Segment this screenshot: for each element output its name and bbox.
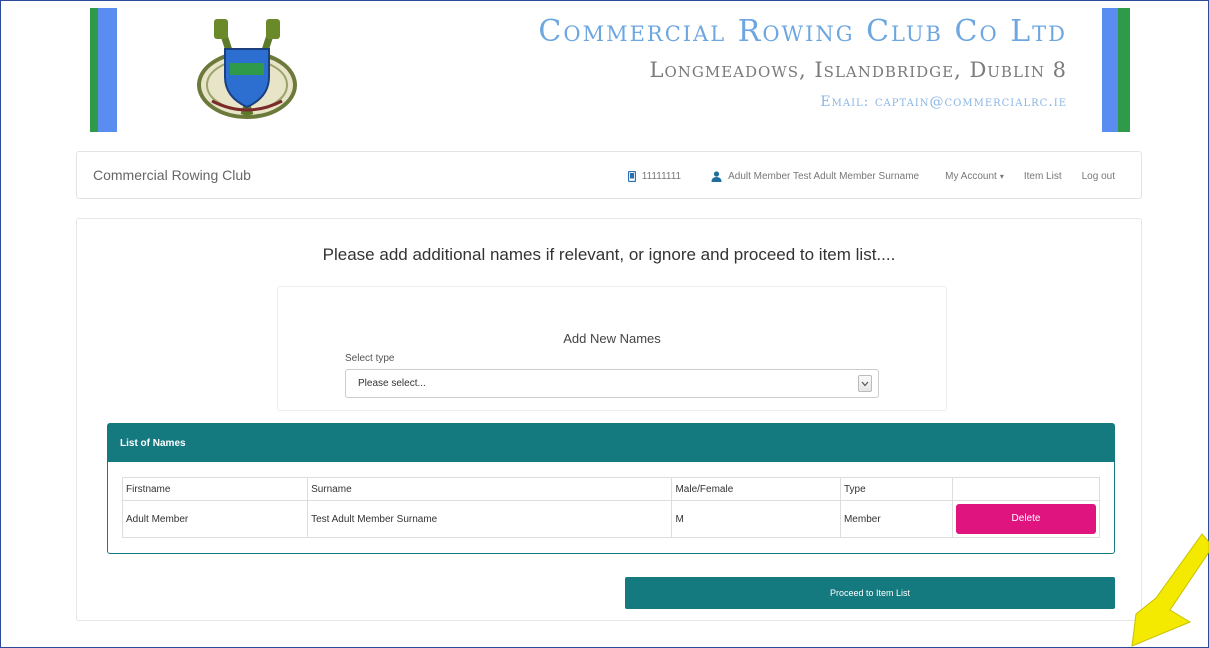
column-header-action: [952, 477, 1100, 501]
cell-action: Delete: [952, 500, 1100, 538]
nav-my-account[interactable]: My Account ▾: [945, 171, 1004, 182]
proceed-to-item-list-button[interactable]: Proceed to Item List: [625, 577, 1115, 609]
phone-number: 11111111: [641, 170, 682, 182]
column-header-type: Type: [839, 477, 954, 501]
table-header-row: Firstname Surname Male/Female Type: [121, 477, 1100, 501]
table-row: Adult Member Test Adult Member Surname M…: [121, 500, 1100, 538]
select-type-value: Please select...: [358, 378, 426, 389]
user-name: Adult Member Test Adult Member Surname: [728, 170, 920, 182]
club-email: Email: captain@commercialrc.ie: [820, 94, 1067, 110]
navbar-right: 11111111 Adult Member Test Adult Member …: [608, 152, 1115, 200]
right-blue-stripe: [1102, 8, 1118, 132]
logout-label: Log out: [1081, 170, 1115, 182]
cell-firstname: Adult Member: [121, 500, 309, 538]
select-type-label: Select type: [345, 353, 395, 364]
main-panel: Please add additional names if relevant,…: [76, 218, 1142, 621]
column-header-gender: Male/Female: [671, 477, 841, 501]
club-crest-logo: [192, 15, 302, 123]
item-list-label: Item List: [1023, 170, 1062, 182]
chevron-down-icon: ▾: [999, 171, 1004, 181]
add-names-title: Add New Names: [563, 331, 661, 346]
yellow-arrow-icon: [1131, 533, 1209, 647]
my-account-label: My Account: [945, 170, 997, 182]
add-names-box: Add New Names Select type Please select.…: [277, 286, 947, 411]
cell-surname: Test Adult Member Surname: [307, 500, 673, 538]
nav-logout[interactable]: Log out: [1082, 171, 1115, 182]
list-of-names-panel: List of Names Firstname Surname Male/Fem…: [107, 423, 1115, 554]
right-green-stripe: [1118, 8, 1130, 132]
club-address: Longmeadows, Islandbridge, Dublin 8: [649, 58, 1067, 82]
select-type-dropdown[interactable]: Please select...: [345, 369, 879, 398]
user-icon: [711, 170, 722, 182]
nav-user[interactable]: Adult Member Test Adult Member Surname: [711, 171, 919, 182]
column-header-firstname: Firstname: [121, 477, 309, 501]
left-blue-stripe: [98, 8, 117, 132]
left-green-stripe: [90, 8, 98, 132]
cell-gender: M: [671, 500, 841, 538]
top-navbar: Commercial Rowing Club 11111111 Adult Me…: [76, 151, 1142, 199]
navbar-brand[interactable]: Commercial Rowing Club: [93, 167, 251, 183]
nav-phone[interactable]: 11111111: [627, 170, 682, 182]
list-of-names-header: List of Names: [108, 424, 1114, 462]
delete-button[interactable]: Delete: [956, 504, 1096, 534]
cell-type: Member: [839, 500, 954, 538]
mobile-phone-icon: [627, 170, 636, 182]
nav-item-list[interactable]: Item List: [1024, 171, 1062, 182]
intro-text: Please add additional names if relevant,…: [322, 245, 896, 264]
chevron-down-icon[interactable]: [858, 375, 872, 392]
club-title: Commercial Rowing Club Co Ltd: [538, 14, 1067, 49]
names-table: Firstname Surname Male/Female Type Adult…: [121, 477, 1100, 538]
column-header-surname: Surname: [307, 477, 673, 501]
